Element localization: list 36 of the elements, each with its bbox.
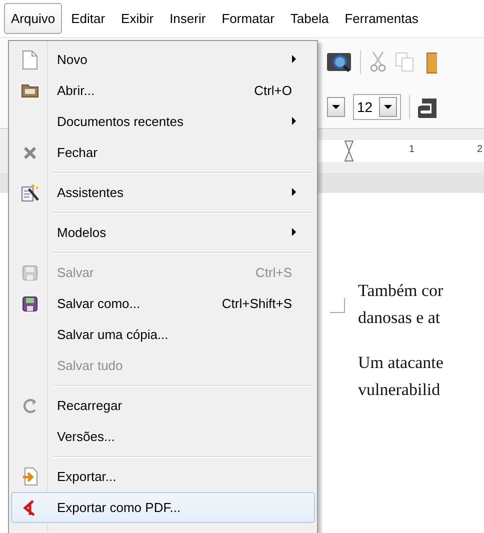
shortcut-label: Ctrl+Shift+S bbox=[222, 296, 292, 311]
ruler-number: 1 bbox=[409, 144, 415, 155]
menu-item[interactable]: Recarregar bbox=[11, 390, 315, 421]
ruler-number: 2 bbox=[477, 144, 483, 155]
menu-item[interactable]: Exportar como PDF... bbox=[11, 492, 315, 523]
shortcut-label: Ctrl+O bbox=[254, 83, 292, 98]
menu-bar-item[interactable]: Exibir bbox=[114, 3, 161, 34]
indent-marker-icon[interactable] bbox=[344, 140, 354, 162]
menu-item[interactable]: Exportar... bbox=[11, 461, 315, 492]
font-size-field[interactable]: 12 bbox=[353, 94, 401, 120]
menu-bar-item[interactable]: Ferramentas bbox=[338, 3, 426, 34]
menu-bar-item[interactable]: Editar bbox=[64, 3, 112, 34]
menu-item[interactable]: Salvar como... Ctrl+Shift+S bbox=[11, 288, 315, 319]
wizard-wand-icon bbox=[20, 182, 40, 202]
export-pdf-icon bbox=[23, 500, 37, 516]
blank-page-icon bbox=[22, 50, 38, 70]
menu-item[interactable]: Fechar bbox=[11, 137, 315, 168]
menu-item[interactable]: Salvar uma cópia... bbox=[11, 319, 315, 350]
menu-bar-item[interactable]: Arquivo bbox=[4, 3, 62, 34]
paragraph-text: Um atacante vulnerabilid bbox=[358, 352, 444, 401]
menu-bar-item[interactable]: Inserir bbox=[162, 3, 213, 34]
menu-bar-item[interactable]: Tabela bbox=[283, 3, 336, 34]
menu-bar-item[interactable]: Formatar bbox=[214, 3, 282, 34]
menu-item[interactable]: Modelos bbox=[11, 217, 315, 248]
paragraph-text: Também cor danosas e at bbox=[358, 280, 444, 329]
menu-item[interactable]: Assistentes bbox=[11, 177, 315, 208]
export-arrow-icon bbox=[22, 467, 38, 486]
reload-icon bbox=[22, 398, 38, 414]
shortcut-label: Ctrl+S bbox=[256, 265, 292, 280]
menu-item[interactable]: Documentos recentes bbox=[11, 106, 315, 137]
folder-icon bbox=[21, 83, 39, 98]
menu-item[interactable]: Versões... bbox=[11, 421, 315, 452]
menu-item[interactable]: Abrir... Ctrl+O bbox=[11, 75, 315, 106]
print-preview-icon[interactable] bbox=[326, 50, 352, 74]
dropdown-button[interactable] bbox=[327, 97, 345, 117]
close-icon bbox=[24, 146, 36, 158]
